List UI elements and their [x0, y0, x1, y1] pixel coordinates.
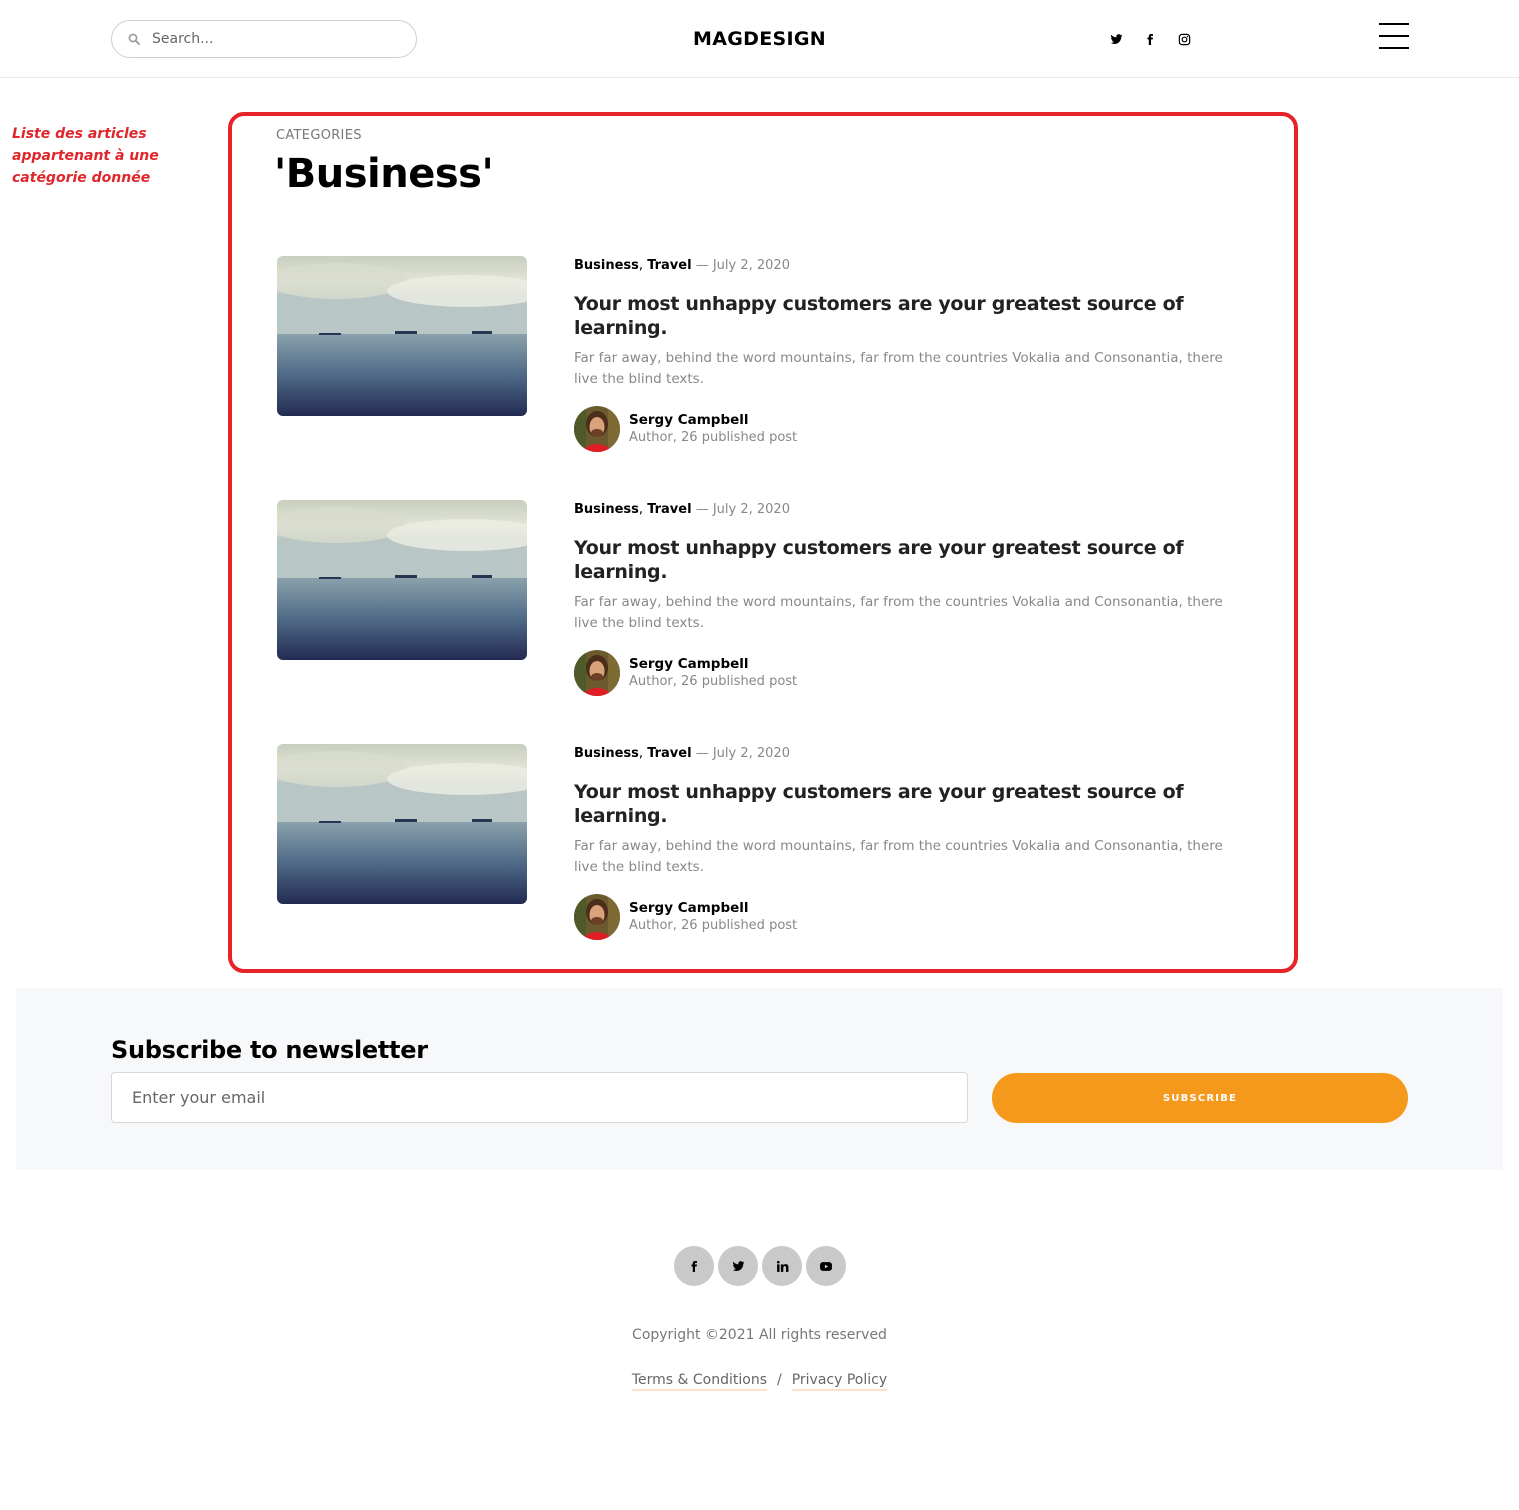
- article-thumbnail[interactable]: [277, 744, 527, 904]
- author-role: Author, 26 published post: [629, 674, 798, 689]
- article-meta: Business, Travel — July 2, 2020: [574, 746, 790, 761]
- article-excerpt: Far far away, behind the word mountains,…: [574, 838, 1223, 875]
- tag-link[interactable]: Business: [574, 502, 639, 517]
- twitter-icon[interactable]: [1108, 28, 1124, 50]
- article-date: — July 2, 2020: [695, 258, 790, 273]
- search-input[interactable]: [152, 31, 392, 47]
- category-title: 'Business': [274, 151, 494, 197]
- annotation-note: Liste des articles appartenant à une cat…: [12, 126, 159, 185]
- article-meta: Business, Travel — July 2, 2020: [574, 502, 790, 517]
- tag-link[interactable]: Travel: [647, 746, 691, 761]
- article-title[interactable]: Your most unhappy customers are your gre…: [574, 780, 1214, 828]
- tag-link[interactable]: Travel: [647, 258, 691, 273]
- copyright-text: Copyright ©2021 All rights reserved: [632, 1327, 887, 1343]
- brand-logo[interactable]: MAGDESIGN: [693, 28, 826, 50]
- tag-link[interactable]: Business: [574, 746, 639, 761]
- author-name[interactable]: Sergy Campbell: [629, 656, 797, 673]
- instagram-icon[interactable]: [1176, 28, 1192, 50]
- facebook-icon[interactable]: [674, 1246, 714, 1286]
- author-name[interactable]: Sergy Campbell: [629, 900, 797, 917]
- article-meta: Business, Travel — July 2, 2020: [574, 258, 790, 273]
- search-box[interactable]: [111, 20, 417, 58]
- hamburger-menu-icon[interactable]: [1379, 23, 1409, 49]
- legal-links: Terms & Conditions / Privacy Policy: [0, 1372, 1519, 1391]
- category-label: CATEGORIES: [276, 128, 362, 143]
- newsletter-title: Subscribe to newsletter: [111, 1036, 428, 1064]
- tag-separator: ,: [638, 746, 644, 761]
- article-excerpt: Far far away, behind the word mountains,…: [574, 350, 1223, 387]
- article-item: Business, Travel — July 2, 2020 Your mos…: [277, 500, 1237, 700]
- tag-link[interactable]: Travel: [647, 502, 691, 517]
- linkedin-icon[interactable]: [762, 1246, 802, 1286]
- author-block: Sergy Campbell Author, 26 published post: [574, 894, 797, 940]
- author-block: Sergy Campbell Author, 26 published post: [574, 406, 797, 452]
- header-social-links: [1108, 28, 1192, 50]
- twitter-icon[interactable]: [718, 1246, 758, 1286]
- tag-link[interactable]: Business: [574, 258, 639, 273]
- article-thumbnail[interactable]: [277, 256, 527, 416]
- terms-link[interactable]: Terms & Conditions: [631, 1372, 767, 1391]
- article-date: — July 2, 2020: [695, 502, 790, 517]
- privacy-link[interactable]: Privacy Policy: [791, 1372, 888, 1391]
- youtube-icon[interactable]: [806, 1246, 846, 1286]
- tag-separator: ,: [638, 502, 644, 517]
- article-excerpt: Far far away, behind the word mountains,…: [574, 594, 1223, 631]
- article-date: — July 2, 2020: [695, 746, 790, 761]
- author-block: Sergy Campbell Author, 26 published post: [574, 650, 797, 696]
- article-item: Business, Travel — July 2, 2020 Your mos…: [277, 744, 1237, 944]
- author-role: Author, 26 published post: [629, 918, 798, 933]
- article-title[interactable]: Your most unhappy customers are your gre…: [574, 292, 1214, 340]
- email-field[interactable]: [111, 1072, 968, 1123]
- facebook-icon[interactable]: [1142, 28, 1158, 50]
- footer-social-links: [674, 1246, 846, 1286]
- avatar[interactable]: [574, 894, 620, 940]
- search-icon: [128, 33, 140, 45]
- legal-separator: /: [777, 1372, 782, 1388]
- article-thumbnail[interactable]: [277, 500, 527, 660]
- article-item: Business, Travel — July 2, 2020 Your mos…: [277, 256, 1237, 456]
- author-role: Author, 26 published post: [629, 430, 798, 445]
- newsletter-section: Subscribe to newsletter SUBSCRIBE: [16, 988, 1503, 1170]
- avatar[interactable]: [574, 406, 620, 452]
- author-name[interactable]: Sergy Campbell: [629, 412, 797, 429]
- site-header: MAGDESIGN: [0, 0, 1519, 78]
- subscribe-button[interactable]: SUBSCRIBE: [992, 1073, 1408, 1123]
- avatar[interactable]: [574, 650, 620, 696]
- tag-separator: ,: [638, 258, 644, 273]
- article-title[interactable]: Your most unhappy customers are your gre…: [574, 536, 1214, 584]
